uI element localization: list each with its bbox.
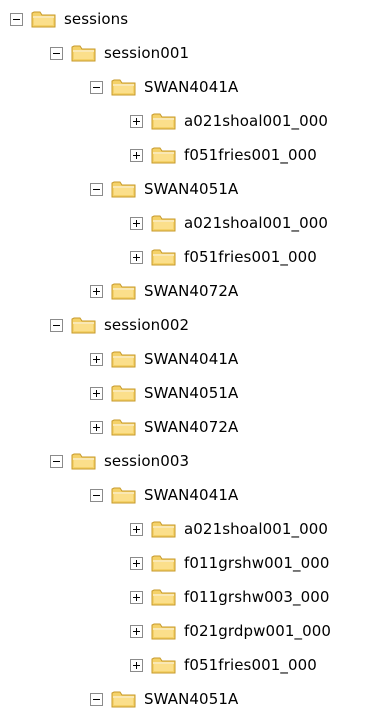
expand-icon[interactable] [130,590,143,604]
tree-node[interactable]: a021shoal001_000 [130,104,329,138]
tree-node-label[interactable]: SWAN4051A [143,690,239,708]
tree-node[interactable]: f051fries001_000 [130,240,318,274]
folder-icon [151,247,177,267]
tree-node[interactable]: f011grshw003_000 [130,580,331,614]
tree-node-label[interactable]: SWAN4072A [143,282,239,300]
tree-node[interactable]: sessions [10,2,129,36]
folder-icon [71,315,97,335]
expand-icon[interactable] [130,556,143,570]
tree-node[interactable]: SWAN4041A [90,478,239,512]
collapse-icon[interactable] [90,80,103,94]
folder-icon [71,451,97,471]
tree-node[interactable]: f021grdpw001_000 [130,614,332,648]
tree-node-label[interactable]: f011grshw003_000 [183,588,331,606]
expand-icon[interactable] [130,522,143,536]
folder-icon [151,519,177,539]
folder-icon [71,43,97,63]
tree-node[interactable]: f011grshw001_000 [130,546,331,580]
tree-node-label[interactable]: SWAN4072A [143,418,239,436]
collapse-icon[interactable] [50,318,63,332]
tree-node[interactable]: f051fries001_000 [130,138,318,172]
folder-icon [111,689,137,708]
tree-node-label[interactable]: a021shoal001_000 [183,112,329,130]
expand-icon[interactable] [90,386,103,400]
tree-node[interactable]: SWAN4041A [90,70,239,104]
folder-icon [31,9,57,29]
tree-node-label[interactable]: SWAN4041A [143,78,239,96]
expand-icon[interactable] [130,148,143,162]
tree-node-label[interactable]: f051fries001_000 [183,248,318,266]
tree-node[interactable]: session001 [50,36,190,70]
folder-icon [151,145,177,165]
folder-tree: sessions session001 SWAN4041A a021shoal001_… [0,0,382,708]
folder-icon [151,553,177,573]
folder-icon [151,587,177,607]
expand-icon[interactable] [90,352,103,366]
tree-node-label[interactable]: SWAN4041A [143,486,239,504]
folder-icon [111,417,137,437]
collapse-icon[interactable] [90,488,103,502]
collapse-icon[interactable] [90,182,103,196]
collapse-icon[interactable] [50,454,63,468]
expand-icon[interactable] [130,114,143,128]
tree-node[interactable]: SWAN4072A [90,410,239,444]
expand-icon[interactable] [130,624,143,638]
expand-icon[interactable] [90,420,103,434]
tree-node-label[interactable]: f051fries001_000 [183,146,318,164]
tree-node[interactable]: session002 [50,308,190,342]
expand-icon[interactable] [130,250,143,264]
folder-icon [111,349,137,369]
folder-icon [151,111,177,131]
tree-node[interactable]: SWAN4051A [90,172,239,206]
folder-icon [111,281,137,301]
folder-icon [151,213,177,233]
tree-node[interactable]: SWAN4041A [90,342,239,376]
tree-node[interactable]: f051fries001_000 [130,648,318,682]
tree-node-label[interactable]: f051fries001_000 [183,656,318,674]
folder-icon [111,485,137,505]
folder-icon [111,383,137,403]
tree-node-label[interactable]: f021grdpw001_000 [183,622,332,640]
collapse-icon[interactable] [50,46,63,60]
tree-node-label[interactable]: SWAN4051A [143,384,239,402]
folder-icon [151,621,177,641]
collapse-icon[interactable] [10,12,23,26]
tree-node-label[interactable]: a021shoal001_000 [183,520,329,538]
tree-node[interactable]: session003 [50,444,190,478]
folder-icon [111,179,137,199]
tree-node[interactable]: a021shoal001_000 [130,206,329,240]
folder-icon [151,655,177,675]
tree-node[interactable]: a021shoal001_000 [130,512,329,546]
tree-node[interactable]: SWAN4051A [90,682,239,708]
tree-node-label[interactable]: session002 [103,316,190,334]
tree-node-label[interactable]: session003 [103,452,190,470]
folder-icon [111,77,137,97]
tree-node-label[interactable]: a021shoal001_000 [183,214,329,232]
expand-icon[interactable] [90,284,103,298]
tree-node-label[interactable]: SWAN4041A [143,350,239,368]
collapse-icon[interactable] [90,692,103,706]
tree-node[interactable]: SWAN4051A [90,376,239,410]
expand-icon[interactable] [130,216,143,230]
tree-node-label[interactable]: SWAN4051A [143,180,239,198]
tree-node[interactable]: SWAN4072A [90,274,239,308]
tree-node-label[interactable]: session001 [103,44,190,62]
tree-node-label[interactable]: f011grshw001_000 [183,554,331,572]
tree-node-label[interactable]: sessions [63,10,129,28]
expand-icon[interactable] [130,658,143,672]
